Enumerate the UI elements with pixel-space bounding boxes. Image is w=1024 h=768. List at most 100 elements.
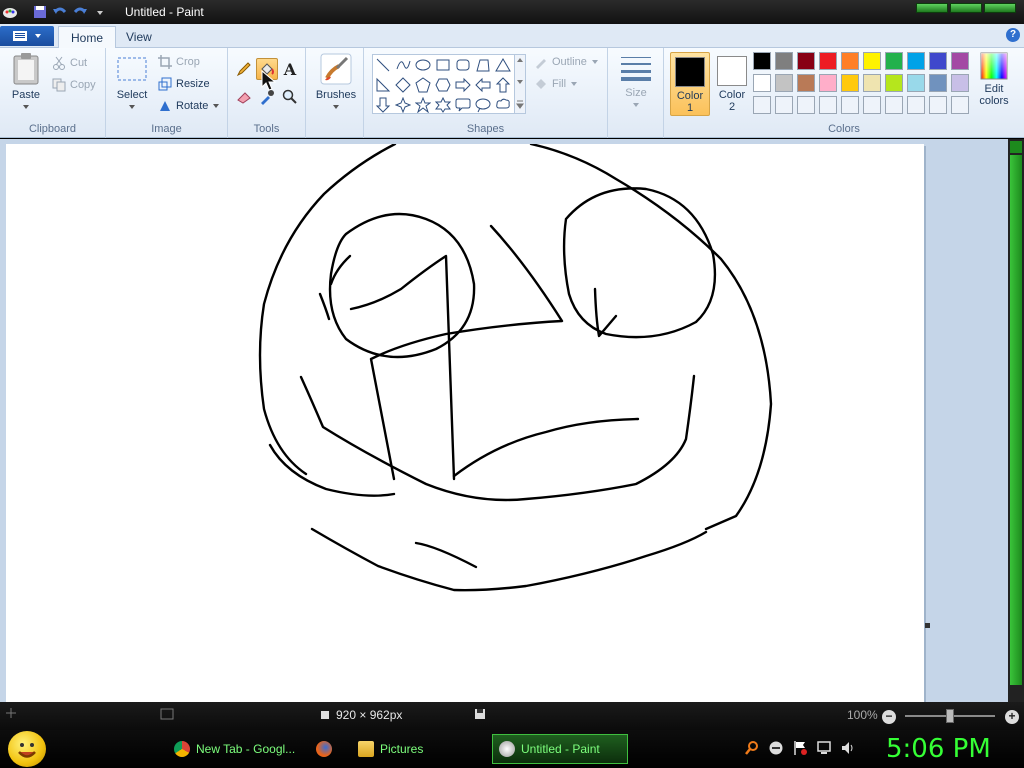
palette-swatch[interactable] xyxy=(929,96,947,114)
palette-swatch[interactable] xyxy=(775,74,793,92)
palette-swatch[interactable] xyxy=(929,52,947,70)
flag-icon[interactable] xyxy=(792,740,808,756)
search-icon[interactable] xyxy=(744,740,760,756)
task-paint[interactable]: Untitled - Paint xyxy=(492,734,628,764)
five-point-star-shape-icon[interactable] xyxy=(414,96,432,114)
rounded-rectangle-shape-icon[interactable] xyxy=(454,56,472,74)
palette-swatch[interactable] xyxy=(907,96,925,114)
palette-swatch[interactable] xyxy=(863,52,881,70)
brushes-button[interactable]: Brushes xyxy=(312,52,360,113)
edit-colors-button[interactable]: Edit colors xyxy=(974,52,1014,107)
redo-icon[interactable] xyxy=(70,2,90,22)
maximize-button[interactable] xyxy=(950,3,982,13)
canvas-resize-handle[interactable] xyxy=(925,623,930,628)
zoom-slider-thumb[interactable] xyxy=(946,709,954,723)
shapes-scroller[interactable] xyxy=(514,54,526,114)
close-button[interactable] xyxy=(984,3,1016,13)
network-icon[interactable] xyxy=(816,740,832,756)
palette-swatch[interactable] xyxy=(863,96,881,114)
palette-swatch[interactable] xyxy=(929,74,947,92)
scroll-thumb[interactable] xyxy=(1010,155,1022,685)
palette-swatch[interactable] xyxy=(841,52,859,70)
tab-home[interactable]: Home xyxy=(58,26,117,48)
resize-button[interactable]: Resize xyxy=(158,75,210,93)
palette-swatch[interactable] xyxy=(797,74,815,92)
paint-menu-button[interactable] xyxy=(0,26,54,46)
palette-swatch[interactable] xyxy=(841,96,859,114)
four-point-star-shape-icon[interactable] xyxy=(394,96,412,114)
oval-callout-shape-icon[interactable] xyxy=(474,96,492,114)
text-icon[interactable]: A xyxy=(279,58,301,80)
tab-view[interactable]: View xyxy=(114,26,164,48)
task-chrome[interactable]: New Tab - Googl... xyxy=(168,734,304,764)
palette-swatch[interactable] xyxy=(753,96,771,114)
customize-qat-icon[interactable] xyxy=(90,2,110,22)
palette-swatch[interactable] xyxy=(819,74,837,92)
right-arrow-shape-icon[interactable] xyxy=(454,76,472,94)
color-1-button[interactable]: Color 1 xyxy=(670,52,710,116)
palette-swatch[interactable] xyxy=(863,74,881,92)
palette-swatch[interactable] xyxy=(841,74,859,92)
help-icon[interactable]: ? xyxy=(1006,28,1020,42)
color-2-button[interactable]: Color 2 xyxy=(712,52,752,116)
palette-swatch[interactable] xyxy=(951,52,969,70)
palette-swatch[interactable] xyxy=(885,96,903,114)
palette-swatch[interactable] xyxy=(951,74,969,92)
paint-app-icon[interactable] xyxy=(0,2,20,22)
oval-shape-icon[interactable] xyxy=(414,56,432,74)
crop-button[interactable]: Crop xyxy=(158,53,200,71)
save-icon[interactable] xyxy=(30,2,50,22)
undo-icon[interactable] xyxy=(50,2,70,22)
start-button-smiley-icon[interactable] xyxy=(8,731,46,767)
volume-icon[interactable] xyxy=(840,740,856,756)
rectangle-shape-icon[interactable] xyxy=(434,56,452,74)
cut-button[interactable]: Cut xyxy=(52,54,87,72)
zoom-out-button[interactable]: − xyxy=(882,710,896,724)
palette-swatch[interactable] xyxy=(907,52,925,70)
six-point-star-shape-icon[interactable] xyxy=(434,96,452,114)
rotate-button[interactable]: Rotate xyxy=(158,97,220,115)
palette-swatch[interactable] xyxy=(907,74,925,92)
palette-swatch[interactable] xyxy=(819,52,837,70)
size-button[interactable]: Size xyxy=(616,52,656,111)
copy-button[interactable]: Copy xyxy=(52,76,96,94)
outline-button[interactable]: Outline xyxy=(534,53,599,71)
line-shape-icon[interactable] xyxy=(374,56,392,74)
right-triangle-shape-icon[interactable] xyxy=(374,76,392,94)
cloud-callout-shape-icon[interactable] xyxy=(494,96,512,114)
polygon-shape-icon[interactable] xyxy=(474,56,492,74)
select-button[interactable]: Select xyxy=(112,52,152,113)
palette-swatch[interactable] xyxy=(775,96,793,114)
clock[interactable]: 5:06 PM xyxy=(886,734,991,764)
palette-swatch[interactable] xyxy=(753,52,771,70)
task-firefox[interactable] xyxy=(310,734,346,764)
triangle-shape-icon[interactable] xyxy=(494,56,512,74)
pencil-icon[interactable] xyxy=(233,58,255,80)
eraser-icon[interactable] xyxy=(233,86,255,108)
task-pictures[interactable]: Pictures xyxy=(352,734,488,764)
down-arrow-shape-icon[interactable] xyxy=(374,96,392,114)
palette-swatch[interactable] xyxy=(819,96,837,114)
curve-shape-icon[interactable] xyxy=(394,56,412,74)
vertical-scrollbar[interactable] xyxy=(1008,139,1024,702)
scroll-up-arrow[interactable] xyxy=(1010,141,1022,153)
palette-swatch[interactable] xyxy=(951,96,969,114)
rounded-callout-shape-icon[interactable] xyxy=(454,96,472,114)
fill-button[interactable]: Fill xyxy=(534,75,578,93)
hexagon-shape-icon[interactable] xyxy=(434,76,452,94)
palette-swatch[interactable] xyxy=(797,96,815,114)
zoom-in-button[interactable]: + xyxy=(1005,710,1019,724)
minimize-button[interactable] xyxy=(916,3,948,13)
palette-swatch[interactable] xyxy=(775,52,793,70)
magnifier-icon[interactable] xyxy=(279,86,301,108)
pentagon-shape-icon[interactable] xyxy=(414,76,432,94)
up-arrow-shape-icon[interactable] xyxy=(494,76,512,94)
minus-circle-icon[interactable] xyxy=(768,740,784,756)
palette-swatch[interactable] xyxy=(797,52,815,70)
drawing-canvas[interactable] xyxy=(6,142,924,702)
left-arrow-shape-icon[interactable] xyxy=(474,76,492,94)
diamond-shape-icon[interactable] xyxy=(394,76,412,94)
palette-swatch[interactable] xyxy=(885,74,903,92)
paste-button[interactable]: Paste xyxy=(6,52,46,113)
palette-swatch[interactable] xyxy=(885,52,903,70)
